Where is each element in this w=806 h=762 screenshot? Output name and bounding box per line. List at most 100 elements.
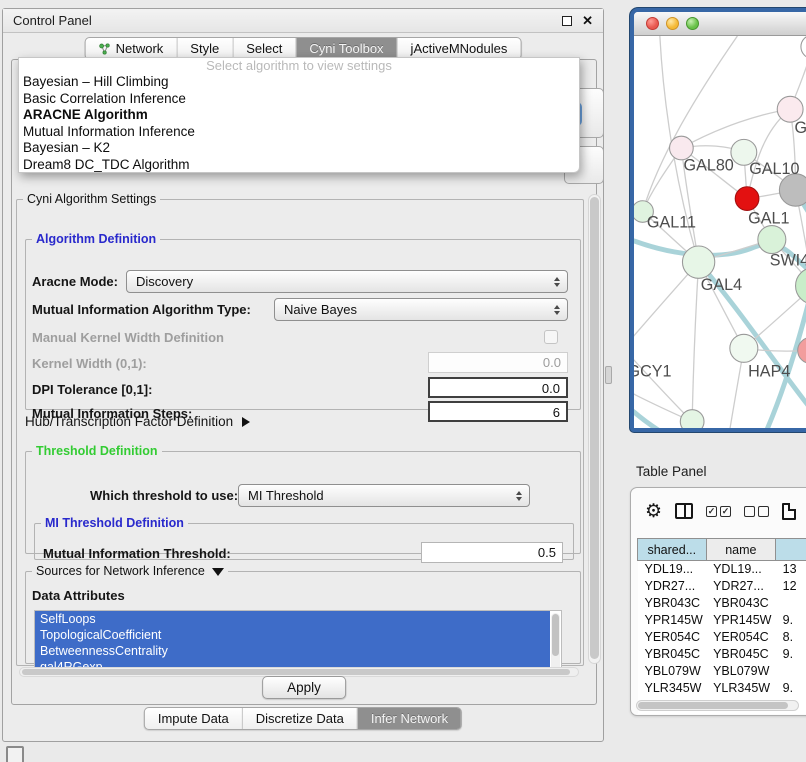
data-attribute-item[interactable]: BetweennessCentrality [35, 643, 550, 659]
tab-impute-data[interactable]: Impute Data [145, 708, 242, 729]
network-edge[interactable] [752, 290, 806, 428]
new-table-icon[interactable] [782, 503, 796, 520]
tab-cyni-toolbox[interactable]: Cyni Toolbox [295, 38, 396, 59]
network-window-titlebar[interactable] [634, 12, 806, 36]
close-traffic-light-icon[interactable] [646, 17, 659, 30]
kernel-width-input[interactable]: 0.0 [428, 352, 568, 373]
panel-splitter-handle[interactable] [605, 366, 612, 384]
which-threshold-value: MI Threshold [248, 488, 324, 503]
aracne-mode-select[interactable]: Discovery [126, 270, 568, 293]
deselect-all-columns-icon[interactable] [744, 506, 769, 517]
minimize-traffic-light-icon[interactable] [666, 17, 679, 30]
table-cell: YBR043C [638, 595, 707, 612]
tab-discretize-data[interactable]: Discretize Data [242, 708, 357, 729]
checked-box-icon: ✓ [720, 506, 731, 517]
algorithm-definition-title: Algorithm Definition [32, 232, 160, 246]
mi-threshold-definition-title: MI Threshold Definition [41, 516, 188, 530]
network-node-hap2[interactable] [680, 410, 704, 428]
algorithm-option[interactable]: Bayesian – K2 [19, 140, 579, 157]
network-edge[interactable] [634, 348, 692, 421]
table-cell [776, 595, 806, 612]
table-cell: YBR043C [706, 595, 776, 612]
sources-group: Sources for Network Inference Data Attri… [25, 564, 581, 664]
table-hscroll-thumb[interactable] [638, 702, 788, 709]
table-row[interactable]: YLR345WYLR345W9. [638, 680, 806, 697]
table-row[interactable]: YBR043CYBR043C [638, 595, 806, 612]
mi-algorithm-type-value: Naive Bayes [284, 302, 357, 317]
tab-infer-network[interactable]: Infer Network [357, 708, 461, 729]
tab-select[interactable]: Select [232, 38, 295, 59]
float-window-icon[interactable] [562, 16, 572, 26]
algorithm-definition-group: Algorithm Definition Aracne Mode: Discov… [25, 232, 581, 410]
algorithm-option[interactable]: Dream8 DC_TDC Algorithm [19, 157, 579, 174]
table-cell: 9. [776, 612, 806, 629]
mi-threshold-input[interactable]: 0.5 [421, 542, 563, 563]
algorithm-option[interactable]: Bayesian – Hill Climbing [19, 74, 579, 91]
gear-icon[interactable]: ⚙ [645, 502, 662, 521]
select-all-columns-icon[interactable]: ✓ ✓ [706, 506, 731, 517]
manual-kernel-width-checkbox[interactable] [544, 330, 558, 344]
table-row[interactable]: YPR145WYPR145W9. [638, 612, 806, 629]
network-node-hap4[interactable] [730, 334, 758, 362]
apply-button[interactable]: Apply [262, 676, 346, 699]
network-node[interactable] [801, 36, 806, 59]
sources-toggle[interactable]: Sources for Network Inference [32, 564, 228, 578]
network-node-gal1[interactable] [758, 226, 786, 254]
algorithm-option[interactable]: ARACNE Algorithm [19, 107, 579, 124]
network-graph[interactable]: GALGAL80GAL10GAL1GAL11GAL4SWI4GCY1HAP4YH… [634, 36, 806, 428]
table-column-header[interactable]: shared... [638, 539, 707, 561]
table-horizontal-scrollbar[interactable] [636, 700, 799, 711]
table-column-header[interactable]: name [706, 539, 776, 561]
table-cell: YDR27... [706, 578, 776, 595]
mi-steps-input[interactable]: 6 [428, 401, 568, 422]
columns-icon[interactable] [675, 503, 693, 519]
table-row[interactable]: YBR045CYBR045C9. [638, 646, 806, 663]
tab-jactivemnodules[interactable]: jActiveMNodules [397, 38, 521, 59]
table-panel: ⚙ ✓ ✓ shared...name YDL19...YDL19...13YD… [630, 487, 806, 716]
hub-definition-label: Hub/Transcription Factor Definition [25, 414, 233, 429]
aracne-mode-label: Aracne Mode: [32, 274, 118, 289]
close-icon[interactable]: ✕ [582, 16, 593, 26]
minimized-panel-icon[interactable] [6, 746, 24, 762]
table-row[interactable]: YBL079WYBL079W [638, 663, 806, 680]
dpi-tolerance-input[interactable]: 0.0 [428, 377, 568, 398]
network-node-gal4[interactable] [682, 246, 714, 278]
control-panel-titlebar: Control Panel ✕ [3, 9, 603, 33]
network-node-swi4[interactable] [796, 268, 806, 305]
algorithm-option[interactable]: Basic Correlation Inference [19, 91, 579, 108]
network-node-label: SWI4 [770, 251, 806, 269]
network-node[interactable] [735, 187, 759, 211]
kernel-width-label: Kernel Width (0,1): [32, 356, 147, 371]
checked-box-icon: ✓ [706, 506, 717, 517]
mi-algorithm-type-select[interactable]: Naive Bayes [274, 298, 568, 321]
data-attribute-item[interactable]: SelfLoops [35, 611, 550, 627]
algorithm-option[interactable]: Mutual Information Inference [19, 124, 579, 141]
table-cell: YLR345W [638, 680, 707, 697]
table-header-row: shared...name [638, 539, 806, 561]
network-canvas[interactable]: GALGAL80GAL10GAL1GAL11GAL4SWI4GCY1HAP4YH… [634, 36, 806, 428]
table-row[interactable]: YDR27...YDR27...12 [638, 578, 806, 595]
data-attribute-item[interactable]: TopologicalCoefficient [35, 627, 550, 643]
unchecked-box-icon [758, 506, 769, 517]
settings-vscroll-thumb[interactable] [590, 197, 599, 659]
list-scrollbar[interactable] [551, 613, 560, 673]
table-cell: YLR345W [706, 680, 776, 697]
settings-vertical-scrollbar[interactable] [588, 194, 601, 664]
hub-definition-toggle[interactable]: Hub/Transcription Factor Definition [25, 414, 250, 429]
tab-network[interactable]: Network [86, 38, 177, 59]
list-scrollbar-thumb[interactable] [552, 614, 559, 656]
mi-threshold-definition-group: MI Threshold Definition Mutual Informati… [34, 516, 574, 560]
network-edge[interactable] [692, 262, 698, 421]
table-column-header[interactable] [776, 539, 806, 561]
which-threshold-select[interactable]: MI Threshold [238, 484, 530, 507]
zoom-traffic-light-icon[interactable] [686, 17, 699, 30]
table-row[interactable]: YER054CYER054C8. [638, 629, 806, 646]
unchecked-box-icon [744, 506, 755, 517]
which-threshold-label: Which threshold to use: [90, 488, 238, 503]
settings-hscroll-thumb[interactable] [22, 669, 570, 675]
table-cell: 13 [776, 561, 806, 578]
table-cell: 12 [776, 578, 806, 595]
table-row[interactable]: YDL19...YDL19...13 [638, 561, 806, 578]
tab-style[interactable]: Style [176, 38, 232, 59]
network-node[interactable] [779, 174, 806, 206]
